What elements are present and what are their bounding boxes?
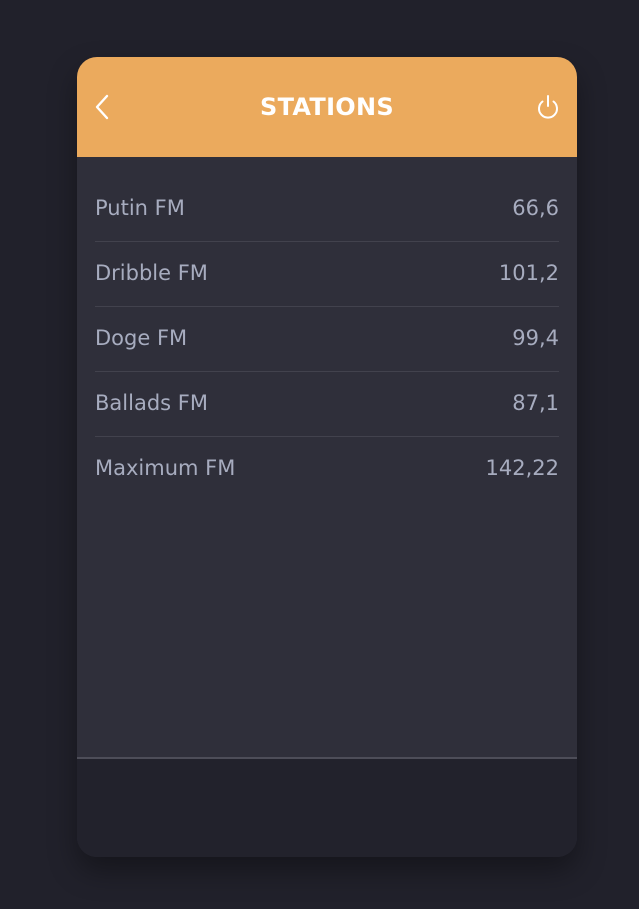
station-frequency: 87,1 <box>512 391 559 415</box>
header-bar: STATIONS <box>77 57 577 157</box>
station-frequency: 66,6 <box>512 196 559 220</box>
station-name: Doge FM <box>95 326 188 350</box>
station-name: Dribble FM <box>95 261 208 285</box>
station-row[interactable]: Ballads FM 87,1 <box>95 372 559 437</box>
station-name: Putin FM <box>95 196 185 220</box>
station-row[interactable]: Doge FM 99,4 <box>95 307 559 372</box>
station-name: Maximum FM <box>95 456 236 480</box>
station-frequency: 142,22 <box>485 456 559 480</box>
station-name: Ballads FM <box>95 391 208 415</box>
power-icon[interactable] <box>533 91 563 123</box>
station-row[interactable]: Putin FM 66,6 <box>95 177 559 242</box>
station-frequency: 99,4 <box>512 326 559 350</box>
player-footer <box>77 757 577 857</box>
station-row[interactable]: Maximum FM 142,22 <box>95 437 559 501</box>
station-list: Putin FM 66,6 Dribble FM 101,2 Doge FM 9… <box>95 177 559 501</box>
station-frequency: 101,2 <box>498 261 559 285</box>
page-title: STATIONS <box>260 93 394 121</box>
station-row[interactable]: Dribble FM 101,2 <box>95 242 559 307</box>
radio-card: STATIONS Putin FM 66,6 Dribble FM 101,2 … <box>77 57 577 857</box>
